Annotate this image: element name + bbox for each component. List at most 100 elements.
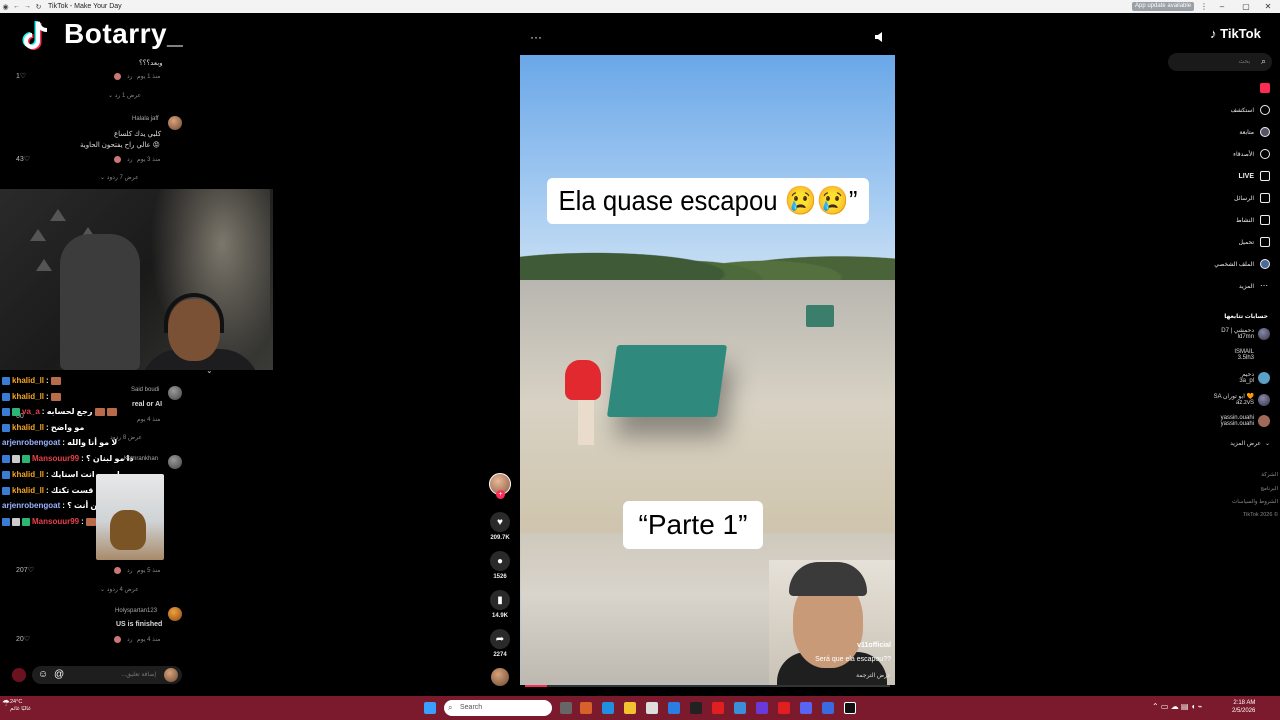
footer-link[interactable]: البرنامج [1200, 486, 1278, 492]
back-icon[interactable]: ← [11, 3, 22, 10]
chat-badge-icon [12, 407, 20, 416]
store-icon[interactable] [646, 702, 658, 714]
nav-activity[interactable]: النشاط [1186, 212, 1270, 228]
comment-like-count[interactable]: 20♡ [16, 635, 30, 643]
close-icon[interactable]: ✕ [1260, 0, 1276, 13]
nav-friends[interactable]: الأصدقاء [1186, 146, 1270, 162]
comment-meta: منذ 4 يوم [137, 417, 161, 423]
commenter-avatar[interactable] [168, 607, 182, 621]
youtube-icon[interactable] [712, 702, 724, 714]
tiktok-brand[interactable]: ♪ TikTok [1210, 26, 1261, 41]
app-icon[interactable] [822, 702, 834, 714]
following-account[interactable]: ISMAIL 3.5lh3 [1190, 349, 1270, 361]
view-replies-link[interactable]: ⌄ عرض 7 ردود [100, 174, 139, 181]
obs-icon[interactable] [690, 702, 702, 714]
comment-input[interactable]: ☺ @ ...إضافة تعليق [32, 666, 182, 684]
see-more-link[interactable]: عرض المزيد ⌄ [1190, 440, 1270, 447]
share-action[interactable]: ➦ 2274 [490, 629, 510, 658]
nav-more[interactable]: المزيد ⋯ [1186, 278, 1270, 294]
like-action[interactable]: ♥ 209.7K [490, 512, 510, 541]
video-progress-bar[interactable] [525, 685, 890, 687]
following-account[interactable]: D7 | دحمشي ld7mn [1190, 327, 1270, 340]
clock[interactable]: 2:18 AM 2/5/2026 [1232, 699, 1255, 715]
volume-icon[interactable] [874, 31, 886, 43]
nav-upload[interactable]: تحميل [1186, 234, 1270, 250]
tiktok-taskbar-icon[interactable] [844, 702, 856, 714]
pip-username[interactable]: v11official [857, 642, 891, 649]
nav-explore[interactable]: استكشف [1186, 102, 1270, 118]
chat-message: arjenrobengoat: لا مو أنا والله [2, 438, 118, 447]
comment-input-placeholder: ...إضافة تعليق [121, 672, 156, 678]
edge-icon[interactable] [602, 702, 614, 714]
user-avatar[interactable] [164, 668, 178, 682]
maximize-icon[interactable]: ▢ [1238, 0, 1254, 13]
file-explorer-icon[interactable] [624, 702, 636, 714]
mention-icon[interactable]: @ [54, 669, 64, 680]
app-icon: ◉ [2, 3, 9, 11]
chat-badge-icon [2, 486, 10, 495]
heart-icon[interactable]: ♥ [490, 512, 510, 532]
app-icon[interactable] [580, 702, 592, 714]
weather-widget[interactable]: ☂ 24°C غالبًا غائم [2, 699, 31, 713]
minimize-icon[interactable]: – [1214, 0, 1230, 13]
commenter-name[interactable]: Said boudi [131, 387, 159, 393]
video-caption-bottom: “Parte 1” [623, 501, 763, 549]
app-icon[interactable] [734, 702, 746, 714]
send-button[interactable] [12, 668, 26, 682]
creator-mini-avatar [114, 567, 121, 574]
footer-link[interactable]: الشركة [1200, 472, 1278, 478]
bookmark-icon[interactable]: ▮ [490, 590, 510, 610]
follow-plus-icon[interactable]: + [496, 490, 505, 499]
window-menu-icon[interactable]: ⋮ [1196, 0, 1212, 13]
search-input[interactable]: بحث ⌕ [1168, 53, 1272, 71]
nav-profile[interactable]: الملف الشخصي [1186, 256, 1270, 272]
commenter-name[interactable]: Halala jaff [132, 116, 159, 122]
video-more-menu[interactable]: ··· [530, 30, 542, 44]
taskbar-search[interactable]: ⌕ Search [444, 700, 552, 716]
reply-link[interactable]: رد [127, 156, 133, 163]
discord-icon[interactable] [800, 702, 812, 714]
start-icon[interactable] [424, 702, 436, 714]
creator-avatar[interactable]: + [489, 473, 511, 499]
video-player[interactable]: Ela quase escapou 😢😢” “Parte 1” v11offic… [520, 55, 895, 685]
app-icon[interactable] [778, 702, 790, 714]
pip-caption: Será que ela escapou?? [815, 656, 891, 663]
commenter-name[interactable]: Holyspartan123 [115, 608, 157, 614]
reload-icon[interactable]: ↻ [33, 3, 44, 11]
teams-icon[interactable] [756, 702, 768, 714]
nav-live[interactable]: LIVE [1186, 168, 1270, 184]
following-account[interactable]: SA ابو توران 🧡 az.zvS [1190, 393, 1270, 406]
search-icon[interactable]: ⌕ [1261, 56, 1266, 67]
app-update-badge[interactable]: App update available [1132, 2, 1195, 11]
forward-icon[interactable]: → [22, 3, 33, 10]
footer-link[interactable]: الشروط والسياسات [1200, 499, 1278, 505]
mail-icon[interactable] [668, 702, 680, 714]
comment-like-count[interactable]: 43♡ [16, 155, 30, 163]
reply-link[interactable]: رد [127, 636, 133, 643]
view-replies-link[interactable]: ⌄ عرض 4 ردود [100, 586, 139, 593]
following-account[interactable]: دحيم 3a_pl [1190, 371, 1270, 384]
reply-link[interactable]: رد [127, 73, 133, 80]
nav-following[interactable]: متابعة [1186, 124, 1270, 140]
nav-home[interactable] [1186, 80, 1270, 96]
system-tray-icons[interactable]: ⌃ ▭ ☁ ▤ ◖ ⌁ [1152, 702, 1203, 711]
commenter-avatar[interactable] [168, 386, 182, 400]
music-disc-avatar[interactable] [491, 668, 509, 686]
comment-icon[interactable]: ● [490, 551, 510, 571]
chevron-down-icon[interactable]: ⌄ [206, 366, 213, 375]
comment-like-count[interactable]: 207♡ [16, 566, 34, 574]
following-account[interactable]: yassin.ouahi yassin.ouahi [1190, 415, 1270, 427]
nav-messages[interactable]: الرسائل [1186, 190, 1270, 206]
commenter-avatar[interactable] [168, 455, 182, 469]
view-replies-link[interactable]: ⌄ عرض 1 رد [108, 92, 141, 99]
emoji-icon[interactable]: ☺ [38, 669, 48, 680]
share-icon[interactable]: ➦ [490, 629, 510, 649]
save-action[interactable]: ▮ 14.9K [490, 590, 510, 619]
comment-action[interactable]: ● 1526 [490, 551, 510, 580]
task-view-icon[interactable] [560, 702, 572, 714]
comment-like-count[interactable]: 1♡ [16, 72, 26, 80]
see-translation-link[interactable]: عرض الترجمة [856, 672, 891, 679]
commenter-avatar[interactable] [168, 116, 182, 130]
reply-link[interactable]: رد [127, 567, 133, 574]
following-icon [1260, 127, 1270, 137]
